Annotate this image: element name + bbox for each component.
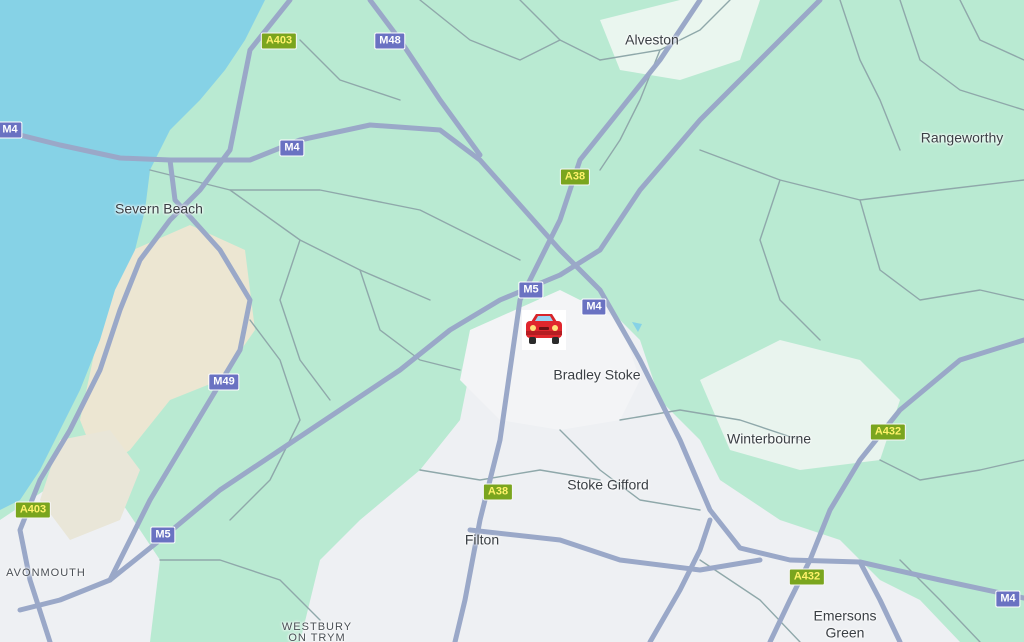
place-label-bradley-stoke: Bradley Stoke xyxy=(553,366,641,383)
road-shield-m4: M4 xyxy=(279,139,305,157)
place-label-winterbourne: Winterbourne xyxy=(726,430,812,447)
place-label-rangeworthy: Rangeworthy xyxy=(920,129,1004,146)
road-shield-m4: M4 xyxy=(581,298,607,316)
road-shield-a403: A403 xyxy=(260,32,298,50)
place-label-emersons-green-line2: Green xyxy=(825,624,865,641)
place-label-alveston: Alveston xyxy=(625,31,679,48)
road-shield-a432: A432 xyxy=(788,568,826,586)
map-canvas[interactable]: Alveston Rangeworthy Severn Beach Bradle… xyxy=(0,0,1024,642)
road-shield-a38: A38 xyxy=(482,483,514,501)
location-marker[interactable] xyxy=(522,310,566,350)
road-shield-a432: A432 xyxy=(869,423,907,441)
road-shield-m48: M48 xyxy=(374,32,406,50)
place-label-stoke-gifford: Stoke Gifford xyxy=(567,476,649,493)
road-shield-m49: M49 xyxy=(208,373,240,391)
road-shield-a403: A403 xyxy=(14,501,52,519)
place-label-westbury-line2: ON TRYM xyxy=(288,632,346,642)
road-shield-m4: M4 xyxy=(0,121,23,139)
road-shield-a38: A38 xyxy=(559,168,591,186)
road-shield-m4[interactable]: M4 xyxy=(995,590,1021,608)
car-icon xyxy=(526,314,562,344)
place-label-avonmouth: AVONMOUTH xyxy=(6,567,86,579)
map-base-layer xyxy=(0,0,1024,642)
road-shield-m5: M5 xyxy=(150,526,176,544)
road-shield-m5: M5 xyxy=(518,281,544,299)
place-label-severn-beach: Severn Beach xyxy=(115,200,203,217)
place-label-emersons-green-line1: Emersons xyxy=(813,607,877,624)
place-label-filton: Filton xyxy=(464,531,500,548)
